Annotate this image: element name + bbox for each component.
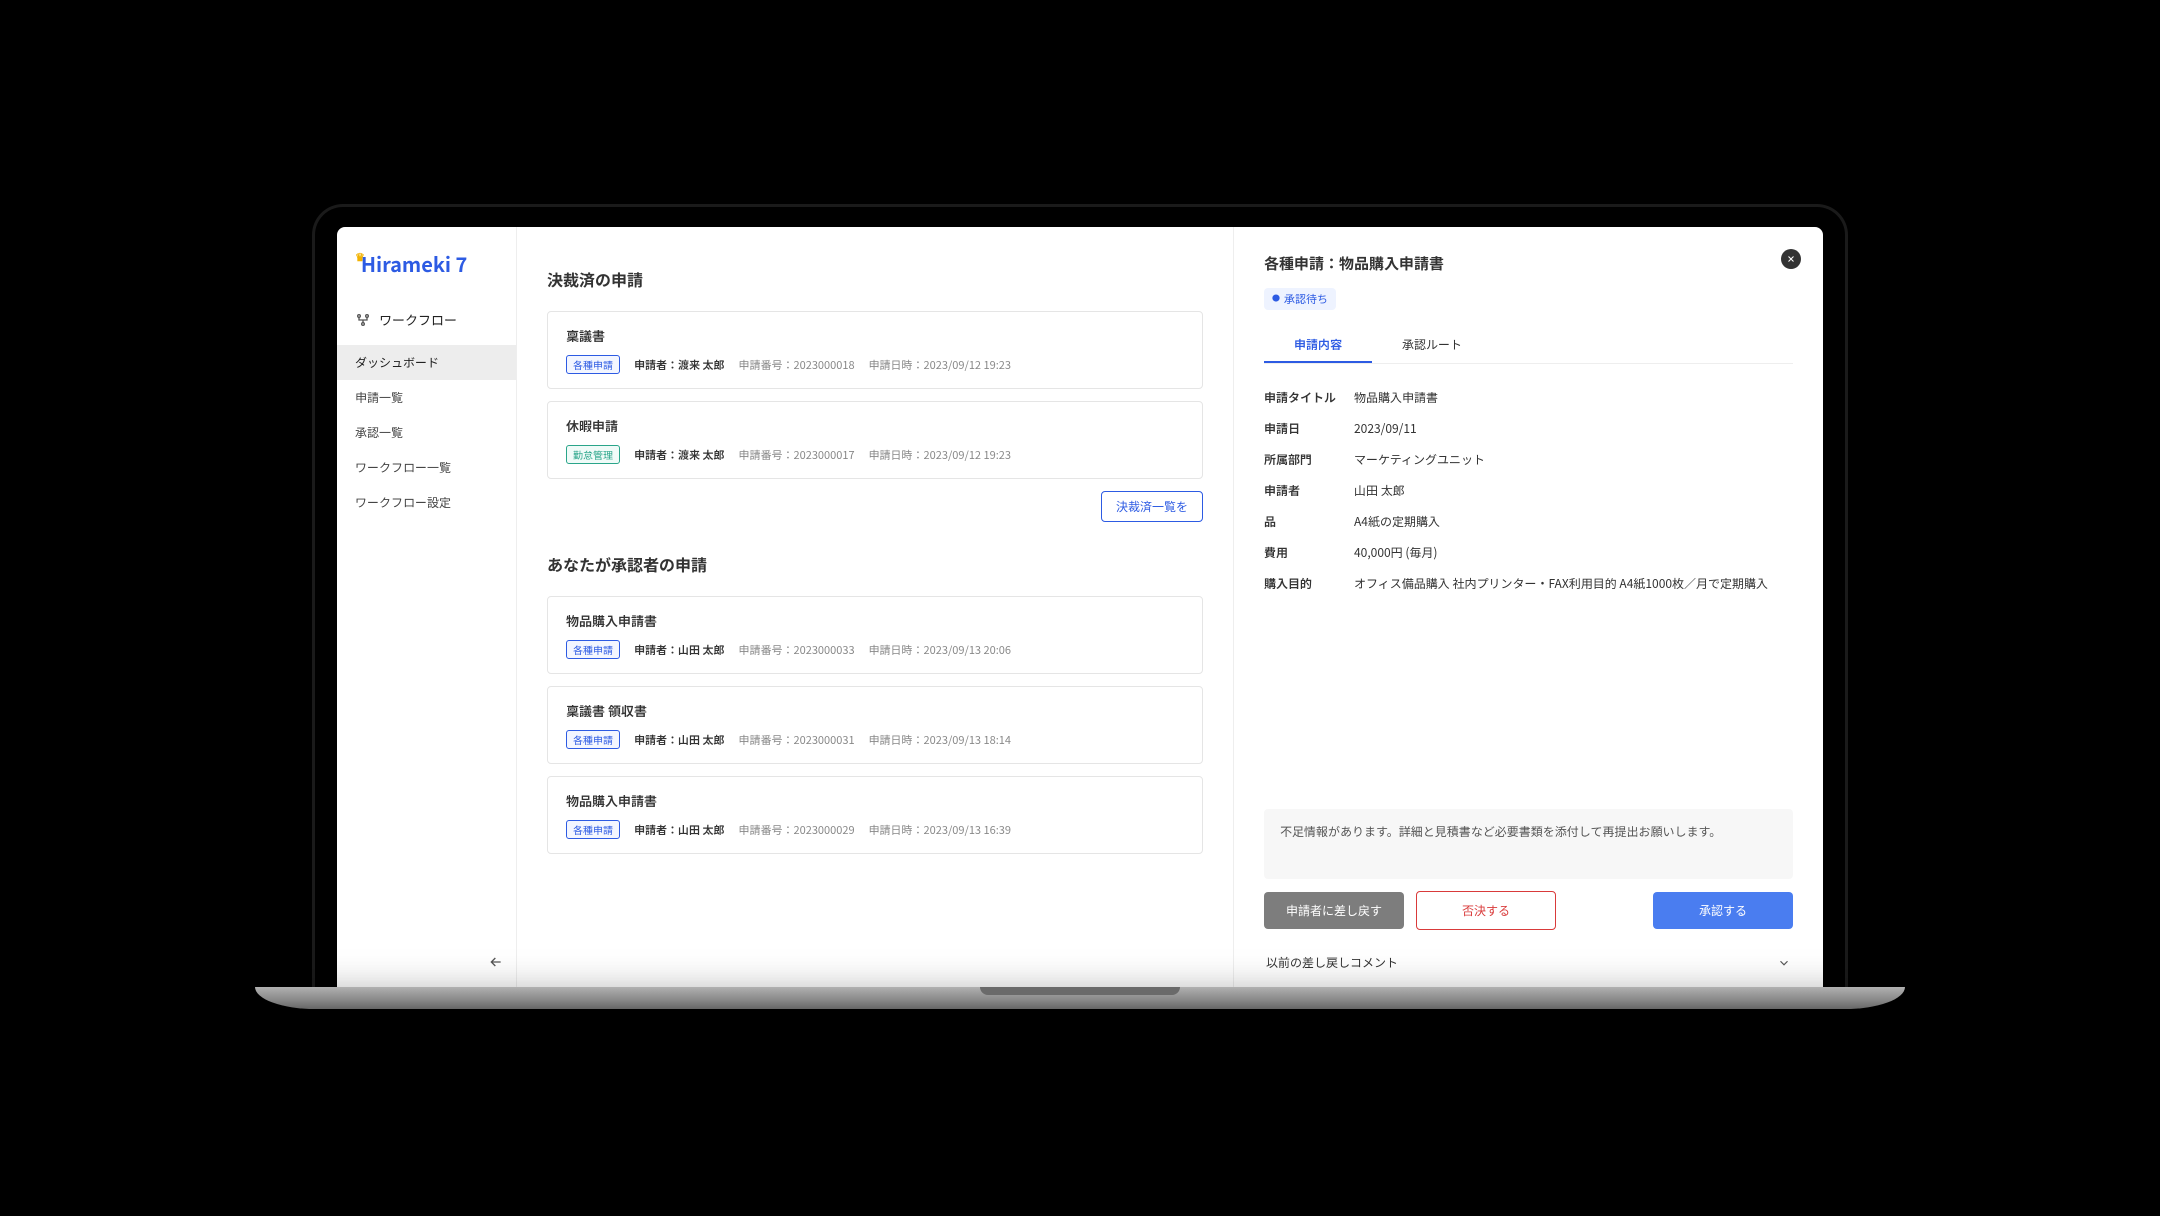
field-value: A4紙の定期購入 (1354, 513, 1793, 530)
field-value: オフィス備品購入 社内プリンター・FAX利用目的 A4紙1000枚／月で定期購入 (1354, 575, 1793, 592)
request-number: 申請番号：2023000017 (739, 447, 855, 463)
card-title: 物品購入申請書 (566, 791, 1184, 810)
request-number: 申請番号：2023000029 (739, 822, 855, 838)
field-label: 購入目的 (1264, 575, 1354, 592)
card-title: 休暇申請 (566, 416, 1184, 435)
tab-0[interactable]: 申請内容 (1264, 328, 1372, 363)
request-card[interactable]: 休暇申請勤怠管理申請者：渡来 太郎申請番号：2023000017 申請日時：202… (547, 401, 1203, 479)
field-label: 申請日 (1264, 420, 1354, 437)
category-tag: 各種申請 (566, 355, 620, 374)
sidebar-item-0[interactable]: ダッシュボード (337, 345, 516, 380)
request-number: 申請番号：2023000033 (739, 642, 855, 658)
collapse-icon (488, 954, 504, 970)
deny-button[interactable]: 否決する (1416, 891, 1556, 930)
request-card[interactable]: 物品購入申請書各種申請申請者：山田 太郎申請番号：2023000029 申請日時：… (547, 776, 1203, 854)
request-date: 申請日時：2023/09/12 19:23 (869, 447, 1011, 463)
field-row: 品A4紙の定期購入 (1264, 506, 1793, 537)
detail-fields: 申請タイトル物品購入申請書申請日2023/09/11所属部門マーケティングユニッ… (1264, 382, 1793, 599)
app-logo-text: Hirameki 7 (361, 249, 467, 278)
card-title: 稟議書 (566, 326, 1184, 345)
sidebar-item-3[interactable]: ワークフロー一覧 (337, 450, 516, 485)
request-date: 申請日時：2023/09/13 16:39 (869, 822, 1011, 838)
laptop-base (255, 987, 1905, 1009)
workflow-icon (355, 312, 371, 328)
action-row: 申請者に差し戻す 否決する 承認する (1264, 891, 1793, 930)
nav-section-label: ワークフロー (379, 310, 457, 329)
field-value: 物品購入申請書 (1354, 389, 1793, 406)
tab-1[interactable]: 承認ルート (1372, 328, 1492, 363)
field-row: 費用40,000円 (毎月) (1264, 537, 1793, 568)
app-logo[interactable]: ♛ Hirameki 7 (337, 249, 516, 300)
applicant: 申請者：渡来 太郎 (634, 447, 725, 463)
field-label: 費用 (1264, 544, 1354, 561)
card-title: 稟議書 領収書 (566, 701, 1184, 720)
request-card[interactable]: 稟議書各種申請申請者：渡来 太郎申請番号：2023000018 申請日時：2023… (547, 311, 1203, 389)
field-label: 品 (1264, 513, 1354, 530)
main-content: 決裁済の申請 稟議書各種申請申請者：渡来 太郎申請番号：2023000018申請… (517, 227, 1233, 987)
sidebar-collapse-button[interactable] (337, 942, 516, 987)
previous-comments-toggle[interactable]: 以前の差し戻しコメント (1264, 938, 1793, 987)
field-value: マーケティングユニット (1354, 451, 1793, 468)
nav-items: ダッシュボード申請一覧承認一覧ワークフロー一覧ワークフロー設定 (337, 345, 516, 520)
request-date: 申請日時：2023/09/13 20:06 (869, 642, 1011, 658)
request-number: 申請番号：2023000018 (739, 357, 855, 373)
category-tag: 各種申請 (566, 640, 620, 659)
approved-list: 稟議書各種申請申請者：渡来 太郎申請番号：2023000018申請日時：2023… (547, 311, 1203, 479)
field-label: 申請タイトル (1264, 389, 1354, 406)
laptop-mockup: ♛ Hirameki 7 ワークフロー ダッシュボード申請一覧承認一覧ワークフロ… (315, 207, 1845, 1009)
detail-title: 各種申請：物品購入申請書 (1264, 253, 1793, 274)
previous-comments-label: 以前の差し戻しコメント (1266, 954, 1398, 971)
applicant: 申請者：渡来 太郎 (634, 357, 725, 373)
sidebar-item-1[interactable]: 申請一覧 (337, 380, 516, 415)
close-icon (1786, 254, 1796, 264)
field-row: 申請タイトル物品購入申請書 (1264, 382, 1793, 413)
screen-bezel: ♛ Hirameki 7 ワークフロー ダッシュボード申請一覧承認一覧ワークフロ… (315, 207, 1845, 987)
field-value: 山田 太郎 (1354, 482, 1793, 499)
field-value: 2023/09/11 (1354, 420, 1793, 437)
field-row: 申請日2023/09/11 (1264, 413, 1793, 444)
view-all-approved-button[interactable]: 決裁済一覧を (1101, 491, 1203, 522)
return-button[interactable]: 申請者に差し戻す (1264, 892, 1404, 929)
category-tag: 各種申請 (566, 820, 620, 839)
request-card[interactable]: 物品購入申請書各種申請申請者：山田 太郎申請番号：2023000033 申請日時：… (547, 596, 1203, 674)
section-toapprove-title: あなたが承認者の申請 (547, 552, 1203, 576)
sidebar: ♛ Hirameki 7 ワークフロー ダッシュボード申請一覧承認一覧ワークフロ… (337, 227, 517, 987)
nav-section-workflow[interactable]: ワークフロー (337, 300, 516, 339)
sidebar-item-4[interactable]: ワークフロー設定 (337, 485, 516, 520)
close-button[interactable] (1781, 249, 1801, 269)
applicant: 申請者：山田 太郎 (634, 732, 725, 748)
sidebar-item-2[interactable]: 承認一覧 (337, 415, 516, 450)
field-label: 申請者 (1264, 482, 1354, 499)
request-card[interactable]: 稟議書 領収書各種申請申請者：山田 太郎申請番号：2023000031 申請日時：… (547, 686, 1203, 764)
field-row: 所属部門マーケティングユニット (1264, 444, 1793, 475)
detail-panel: 各種申請：物品購入申請書 承認待ち 申請内容承認ルート 申請タイトル物品購入申請… (1233, 227, 1823, 987)
request-date: 申請日時：2023/09/13 18:14 (869, 732, 1011, 748)
detail-tabs: 申請内容承認ルート (1264, 328, 1793, 364)
category-tag: 各種申請 (566, 730, 620, 749)
request-number: 申請番号：2023000031 (739, 732, 855, 748)
app-screen: ♛ Hirameki 7 ワークフロー ダッシュボード申請一覧承認一覧ワークフロ… (337, 227, 1823, 987)
applicant: 申請者：山田 太郎 (634, 642, 725, 658)
category-tag: 勤怠管理 (566, 445, 620, 464)
request-date: 申請日時：2023/09/12 19:23 (869, 357, 1011, 373)
chevron-down-icon (1777, 956, 1791, 970)
field-value: 40,000円 (毎月) (1354, 544, 1793, 561)
status-badge: 承認待ち (1264, 288, 1336, 310)
field-row: 購入目的オフィス備品購入 社内プリンター・FAX利用目的 A4紙1000枚／月で… (1264, 568, 1793, 599)
field-row: 申請者山田 太郎 (1264, 475, 1793, 506)
card-title: 物品購入申請書 (566, 611, 1184, 630)
toapprove-list: 物品購入申請書各種申請申請者：山田 太郎申請番号：2023000033申請日時：… (547, 596, 1203, 854)
field-label: 所属部門 (1264, 451, 1354, 468)
comment-box[interactable]: 不足情報があります。詳細と見積書など必要書類を添付して再提出お願いします。 (1264, 809, 1793, 879)
applicant: 申請者：山田 太郎 (634, 822, 725, 838)
approve-button[interactable]: 承認する (1653, 892, 1793, 929)
section-approved-title: 決裁済の申請 (547, 267, 1203, 291)
